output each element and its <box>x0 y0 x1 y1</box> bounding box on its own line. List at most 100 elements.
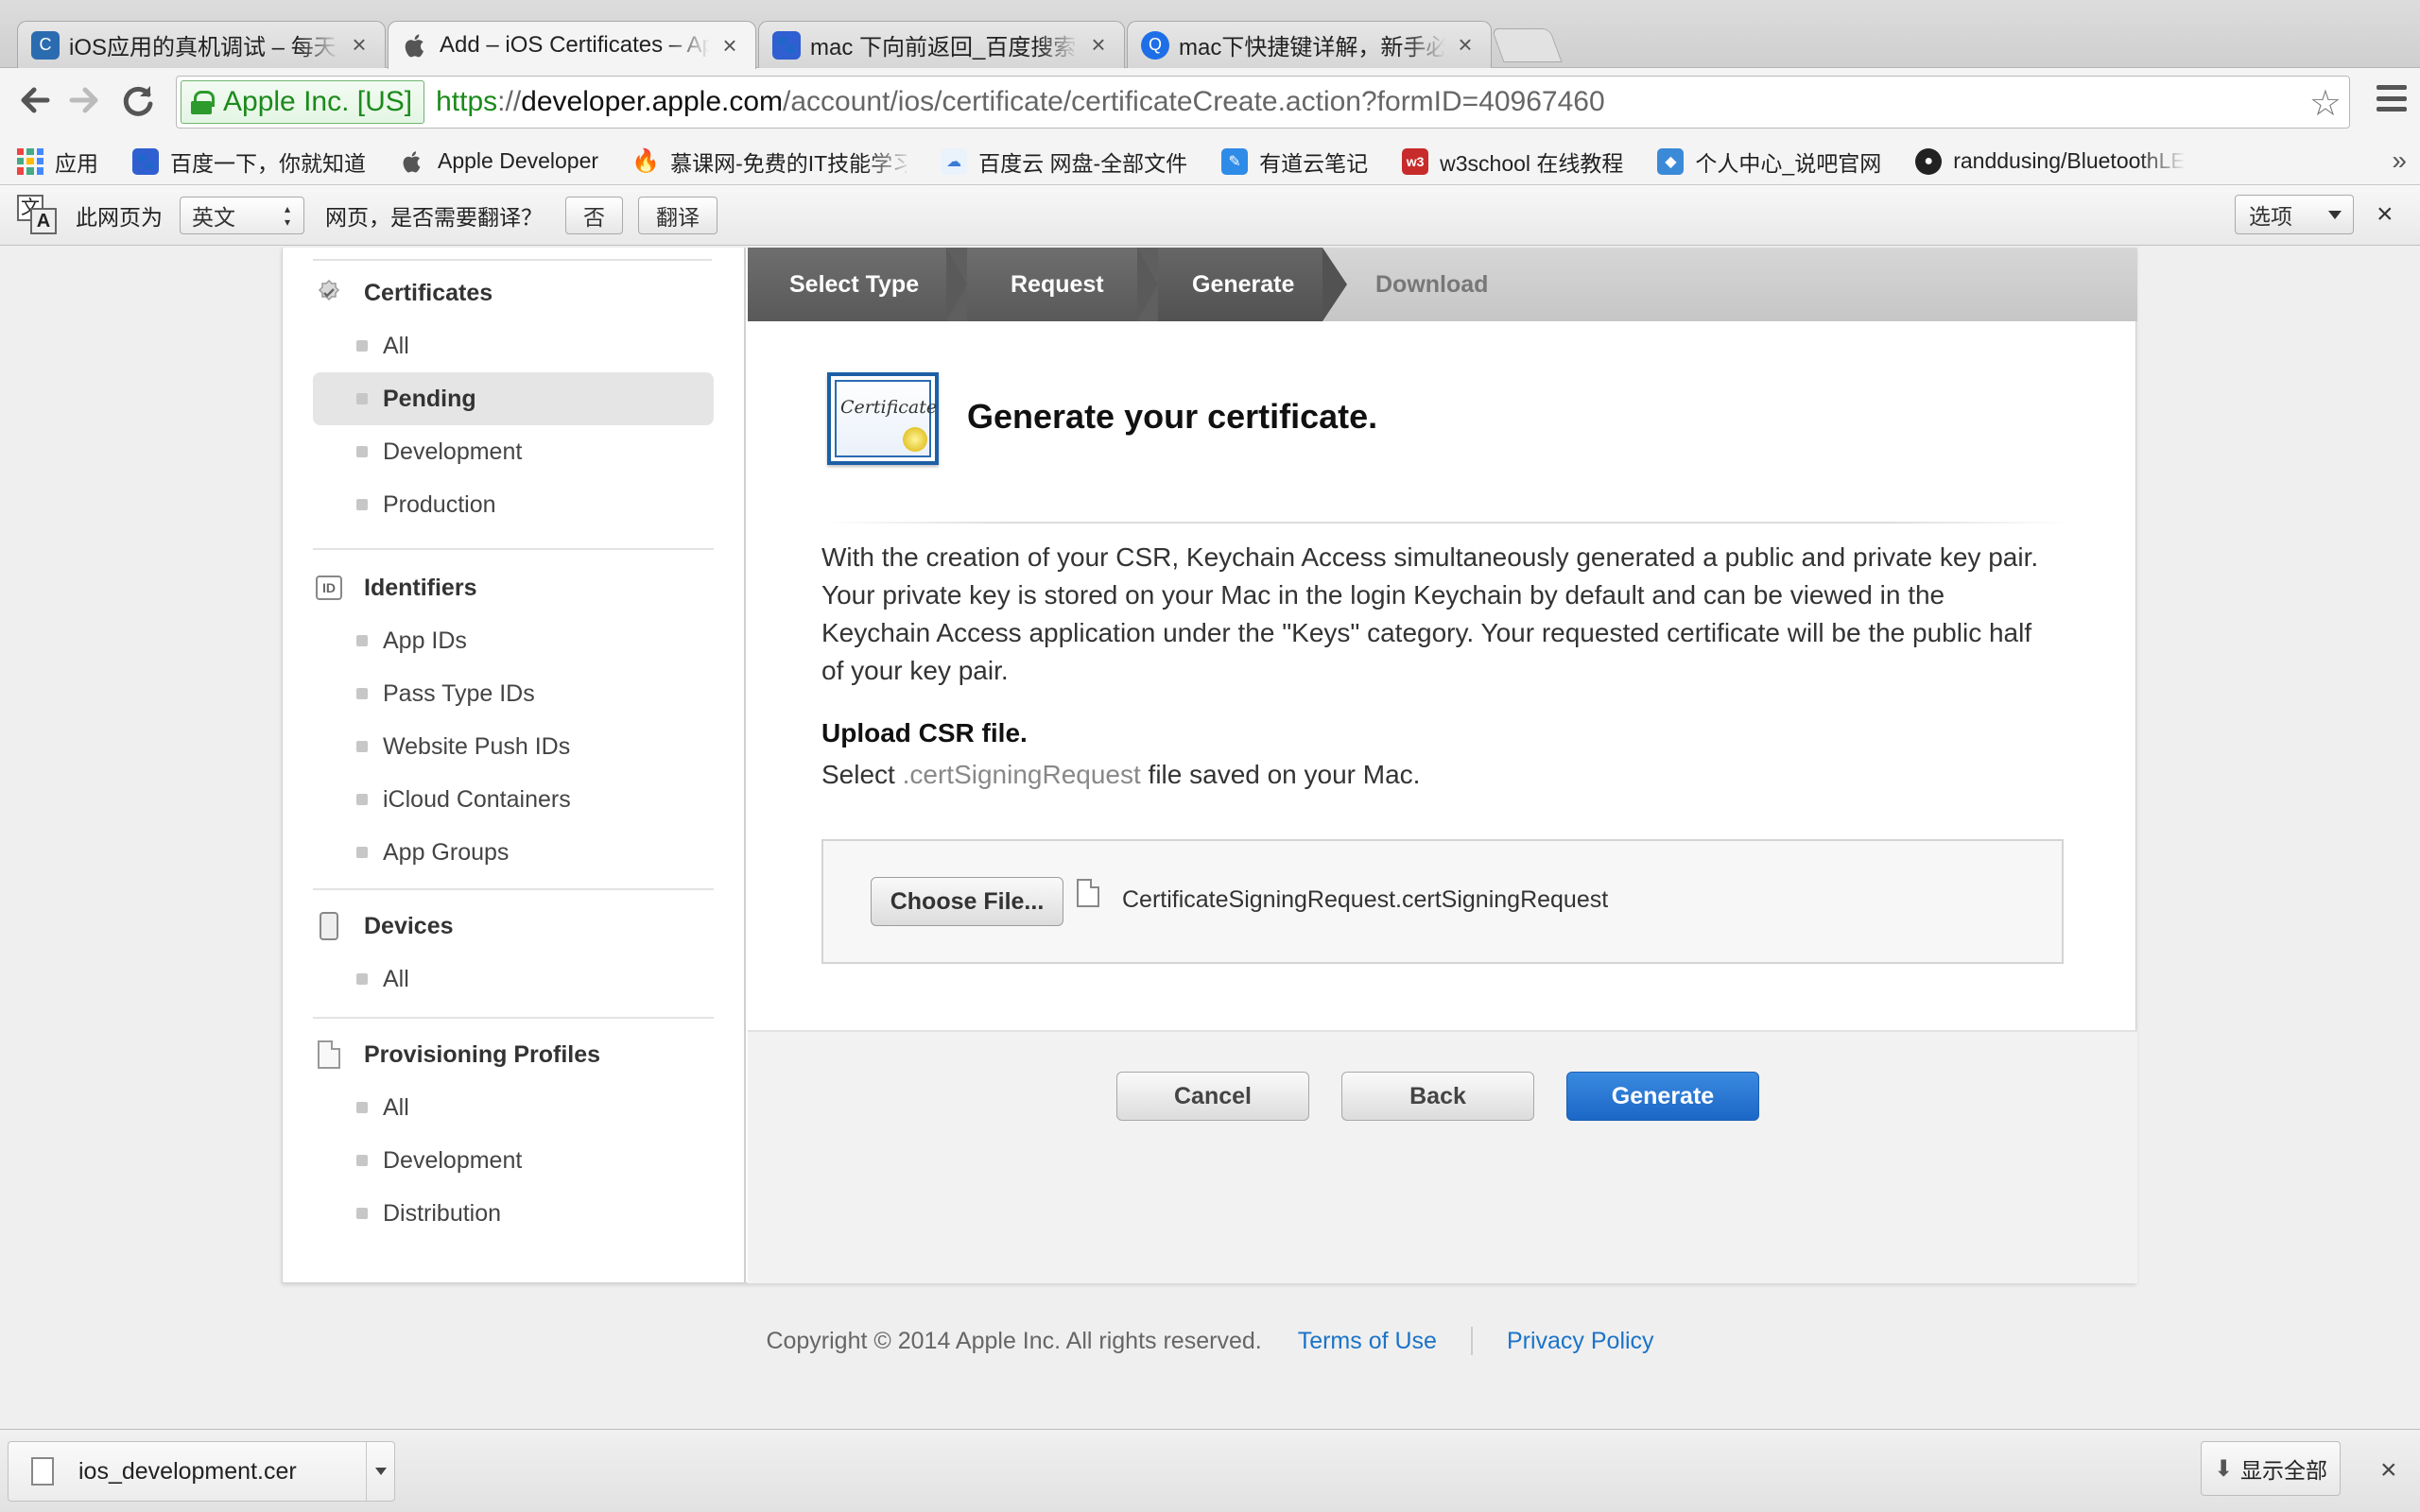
choose-file-button[interactable]: Choose File... <box>871 877 1063 926</box>
sidebar-item-label: Development <box>383 438 523 465</box>
bookmark-github-bluetooth[interactable]: ● randdusing/BluetoothLE <box>1915 147 2227 175</box>
tab-close-icon[interactable]: × <box>717 31 742 60</box>
tab-close-icon[interactable]: × <box>1453 30 1478 60</box>
translate-no-button[interactable]: 否 <box>565 196 623 234</box>
source-language-value: 英文 <box>192 204 235 230</box>
upload-csr-instructions: Select .certSigningRequest file saved on… <box>821 760 1420 790</box>
sidebar-item-label: Website Push IDs <box>383 732 571 760</box>
content-divider <box>823 522 2071 524</box>
ev-security-badge[interactable]: Apple Inc. [US] <box>181 80 425 124</box>
upload-instructions-prefix: Select <box>821 760 903 789</box>
apple-icon <box>400 148 426 175</box>
sidebar-item-pass-type-ids[interactable]: Pass Type IDs <box>313 667 714 720</box>
baidu-paw-favicon-icon: 🐾 <box>772 30 801 60</box>
sidebar-item-certificates-all[interactable]: All <box>313 319 714 372</box>
selected-file-name: CertificateSigningRequest.certSigningReq… <box>1122 886 1609 913</box>
sidebar-divider <box>313 888 714 890</box>
sidebar-item-website-push-ids[interactable]: Website Push IDs <box>313 720 714 773</box>
bookmarks-overflow-chevron-icon[interactable]: » <box>2392 146 2407 176</box>
step-chevron <box>1322 248 1347 321</box>
bookmark-youdao-note[interactable]: ✎ 有道云笔记 <box>1221 146 1368 178</box>
sidebar-item-icloud-containers[interactable]: iCloud Containers <box>313 773 714 826</box>
tab-title: iOS应用的真机调试 – 每天进步 <box>69 35 339 60</box>
sidebar-heading-certificates[interactable]: Certificates <box>313 266 714 319</box>
url-text[interactable]: https://developer.apple.com/account/ios/… <box>436 86 1605 118</box>
privacy-policy-link[interactable]: Privacy Policy <box>1507 1328 1654 1355</box>
translate-question: 网页，是否需要翻译？ <box>325 204 543 230</box>
page-card: Certificates All Pending Development Pro… <box>282 248 2137 1283</box>
browser-tab-mac-shortcuts[interactable]: Q mac下快捷键详解，新手必读 × <box>1127 21 1492 68</box>
sidebar-section-certificates: Certificates All Pending Development Pro… <box>313 266 714 531</box>
show-all-label: 显示全部 <box>2240 1458 2328 1483</box>
bookmark-w3school[interactable]: w3 w3school 在线教程 <box>1402 146 1623 178</box>
browser-tab-baidu-search[interactable]: 🐾 mac 下向前返回_百度搜索 × <box>758 21 1125 68</box>
device-phone-icon <box>315 912 343 940</box>
tab-close-icon[interactable]: × <box>347 30 372 60</box>
sidebar-item-certificates-development[interactable]: Development <box>313 425 714 478</box>
sidebar-item-label: All <box>383 965 409 992</box>
forward-arrow-icon[interactable] <box>64 81 106 123</box>
translate-icon: 文A <box>17 194 59 236</box>
cancel-button[interactable]: Cancel <box>1116 1072 1309 1121</box>
sidebar-item-app-ids[interactable]: App IDs <box>313 614 714 667</box>
download-item[interactable]: ios_development.cer <box>8 1441 395 1502</box>
browser-tab-ios-certificates[interactable]: Add – iOS Certificates – Apple Developer… <box>388 21 756 69</box>
file-icon <box>1077 879 1099 907</box>
translate-options-dropdown[interactable]: 选项 <box>2235 195 2354 234</box>
bookmark-label: 百度一下，你就知道 <box>170 150 366 176</box>
sidebar-item-certificates-pending[interactable]: Pending <box>313 372 714 425</box>
bookmark-star-icon[interactable]: ☆ <box>2309 82 2342 125</box>
address-bar[interactable]: Apple Inc. [US] https://developer.apple.… <box>176 76 2350 129</box>
sidebar-item-certificates-production[interactable]: Production <box>313 478 714 531</box>
upload-csr-heading: Upload CSR file. <box>821 718 1028 747</box>
download-shelf-close-icon[interactable]: × <box>2380 1454 2397 1486</box>
back-arrow-icon[interactable] <box>13 81 55 123</box>
browser-toolbar: Apple Inc. [US] https://developer.apple.… <box>0 68 2420 138</box>
show-all-downloads-button[interactable]: ⬇ 显示全部 <box>2201 1441 2341 1496</box>
csr-explanation-text: With the creation of your CSR, Keychain … <box>821 542 2039 685</box>
bookmark-shuoba[interactable]: ◆ 个人中心_说吧官网 <box>1657 146 1881 178</box>
ev-org-label: Apple Inc. [US] <box>223 86 413 117</box>
back-button[interactable]: Back <box>1341 1072 1534 1121</box>
source-language-select[interactable]: 英文 <box>180 196 304 234</box>
generate-button[interactable]: Generate <box>1566 1072 1759 1121</box>
sidebar-divider <box>313 1017 714 1019</box>
page-footer: Copyright © 2014 Apple Inc. All rights r… <box>0 1327 2420 1355</box>
terms-of-use-link[interactable]: Terms of Use <box>1298 1328 1437 1355</box>
form-actions: Cancel Back Generate <box>748 1030 2137 1283</box>
step-label: Request <box>1011 270 1104 298</box>
new-tab-button[interactable] <box>1491 28 1563 62</box>
sidebar-heading-label: Identifiers <box>364 574 477 601</box>
bookmark-baidu[interactable]: 🐾 百度一下，你就知道 <box>132 146 366 178</box>
copyright-text: Copyright © 2014 Apple Inc. All rights r… <box>766 1327 1262 1354</box>
sidebar-heading-provisioning-profiles[interactable]: Provisioning Profiles <box>313 1028 714 1081</box>
bookmark-imooc[interactable]: 🔥 慕课网-免费的IT技能学习 <box>632 146 907 178</box>
sidebar-item-app-groups[interactable]: App Groups <box>313 826 714 879</box>
browser-tab-ios-debug[interactable]: C iOS应用的真机调试 – 每天进步 × <box>17 21 386 68</box>
upload-instructions-suffix: file saved on your Mac. <box>1140 760 1421 789</box>
bookmark-baidu-cloud[interactable]: ☁ 百度云 网盘-全部文件 <box>941 146 1187 178</box>
reload-icon[interactable] <box>117 81 159 123</box>
sidebar-item-profiles-development[interactable]: Development <box>313 1134 714 1187</box>
bookmark-apple-developer[interactable]: Apple Developer <box>400 148 598 175</box>
url-path: /account/ios/certificate/certificateCrea… <box>783 86 1605 117</box>
download-menu-chevron-icon[interactable] <box>366 1442 394 1501</box>
sidebar-item-label: App IDs <box>383 627 467 654</box>
baidu-paw-icon: 🐾 <box>132 147 159 175</box>
sidebar-item-profiles-all[interactable]: All <box>313 1081 714 1134</box>
sidebar-heading-devices[interactable]: Devices <box>313 900 714 953</box>
tab-close-icon[interactable]: × <box>1086 30 1111 60</box>
download-arrow-icon: ⬇ <box>2213 1455 2234 1482</box>
sidebar-item-devices-all[interactable]: All <box>313 953 714 1005</box>
sidebar-item-profiles-distribution[interactable]: Distribution <box>313 1187 714 1240</box>
chrome-menu-icon[interactable] <box>2377 85 2407 112</box>
sidebar-heading-identifiers[interactable]: ID Identifiers <box>313 561 714 614</box>
translate-close-icon[interactable]: × <box>2377 198 2394 231</box>
search-favicon-icon: Q <box>1141 30 1169 60</box>
bookmark-label: 个人中心_说吧官网 <box>1695 150 1882 176</box>
translate-yes-button[interactable]: 翻译 <box>638 196 717 234</box>
sidebar-item-label: Development <box>383 1146 523 1174</box>
bookmark-apps[interactable]: 应用 <box>17 146 98 178</box>
lock-icon <box>191 91 215 114</box>
sidebar-item-label: Pass Type IDs <box>383 679 535 707</box>
